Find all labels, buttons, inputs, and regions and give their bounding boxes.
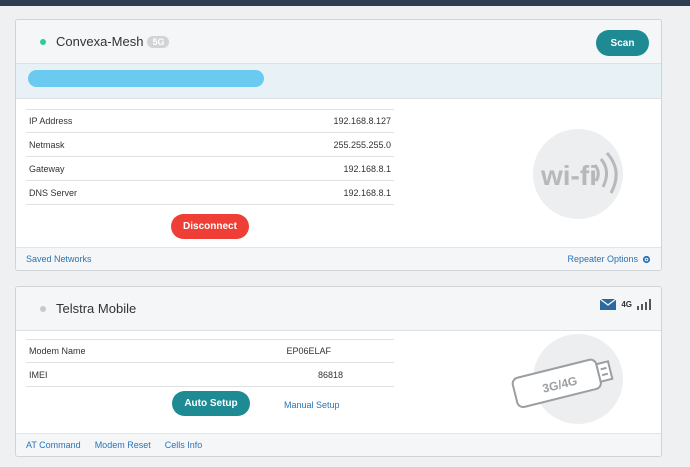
usb-modem-icon: 3G/4G [511, 334, 623, 424]
repeater-options-link[interactable]: Repeater Options [567, 254, 651, 264]
mobile-card-footer: AT Command Modem Reset Cells Info [16, 433, 661, 456]
mobile-connection-card: Telstra Mobile 4G Modem Name EP06ELAF IM… [15, 286, 662, 457]
mobile-card-header: Telstra Mobile 4G [16, 287, 661, 331]
mobile-info-table: Modem Name EP06ELAF IMEI 86818 [26, 339, 394, 387]
table-row: Gateway 192.168.8.1 [26, 157, 394, 181]
table-row: Modem Name EP06ELAF [26, 339, 394, 363]
envelope-icon[interactable] [600, 299, 617, 310]
wifi-card-header: Convexa-Mesh 5G Scan [16, 20, 661, 64]
table-row: IMEI 86818 [26, 363, 394, 387]
imei-value: 86818 [317, 369, 343, 380]
imei-label: IMEI [29, 369, 48, 380]
modem-reset-link[interactable]: Modem Reset [95, 440, 151, 450]
ip-address-label: IP Address [29, 116, 73, 126]
band-badge: 5G [147, 35, 170, 48]
wifi-logo-text: wi-fi [540, 160, 597, 191]
mobile-network-name: Telstra Mobile [56, 301, 137, 316]
wifi-info-table: IP Address 192.168.8.127 Netmask 255.255… [26, 109, 394, 205]
gateway-value: 192.168.8.1 [343, 163, 391, 174]
signal-strength-icon [637, 299, 651, 310]
network-type: 4G [621, 300, 632, 309]
connection-info-strip: ... [16, 64, 661, 99]
disconnected-status-dot [40, 305, 46, 312]
modem-name-label: Modem Name [29, 346, 86, 356]
disconnect-button[interactable]: Disconnect [171, 214, 249, 239]
connected-status-dot [40, 38, 46, 45]
dns-server-value: 192.168.8.1 [343, 187, 391, 198]
wifi-connection-card: Convexa-Mesh 5G Scan ... IP Address 192.… [15, 19, 662, 271]
wifi-card-footer: Saved Networks Repeater Options [16, 247, 661, 270]
ip-address-value: 192.168.8.127 [333, 116, 391, 126]
table-row: IP Address 192.168.8.127 [26, 109, 394, 133]
table-row: DNS Server 192.168.8.1 [26, 181, 394, 205]
redaction-scribble [28, 70, 264, 87]
wifi-logo-icon: wi-fi [533, 129, 623, 219]
auto-setup-button[interactable]: Auto Setup [172, 391, 250, 416]
saved-networks-link[interactable]: Saved Networks [26, 254, 92, 264]
table-row: Netmask 255.255.255.0 [26, 133, 394, 157]
modem-name-value: EP06ELAF [286, 346, 331, 356]
mobile-status-icons: 4G [600, 299, 651, 310]
gateway-label: Gateway [29, 163, 65, 174]
scan-button[interactable]: Scan [596, 30, 649, 56]
top-bar [0, 0, 690, 6]
manual-setup-link[interactable]: Manual Setup [284, 400, 340, 410]
cells-info-link[interactable]: Cells Info [165, 440, 203, 450]
netmask-value: 255.255.255.0 [333, 139, 391, 150]
dns-server-label: DNS Server [29, 187, 78, 198]
netmask-label: Netmask [29, 139, 65, 150]
wifi-network-name: Convexa-Mesh [56, 34, 144, 49]
repeater-options-label: Repeater Options [567, 254, 638, 264]
at-command-link[interactable]: AT Command [26, 440, 81, 450]
gear-icon [642, 255, 651, 263]
